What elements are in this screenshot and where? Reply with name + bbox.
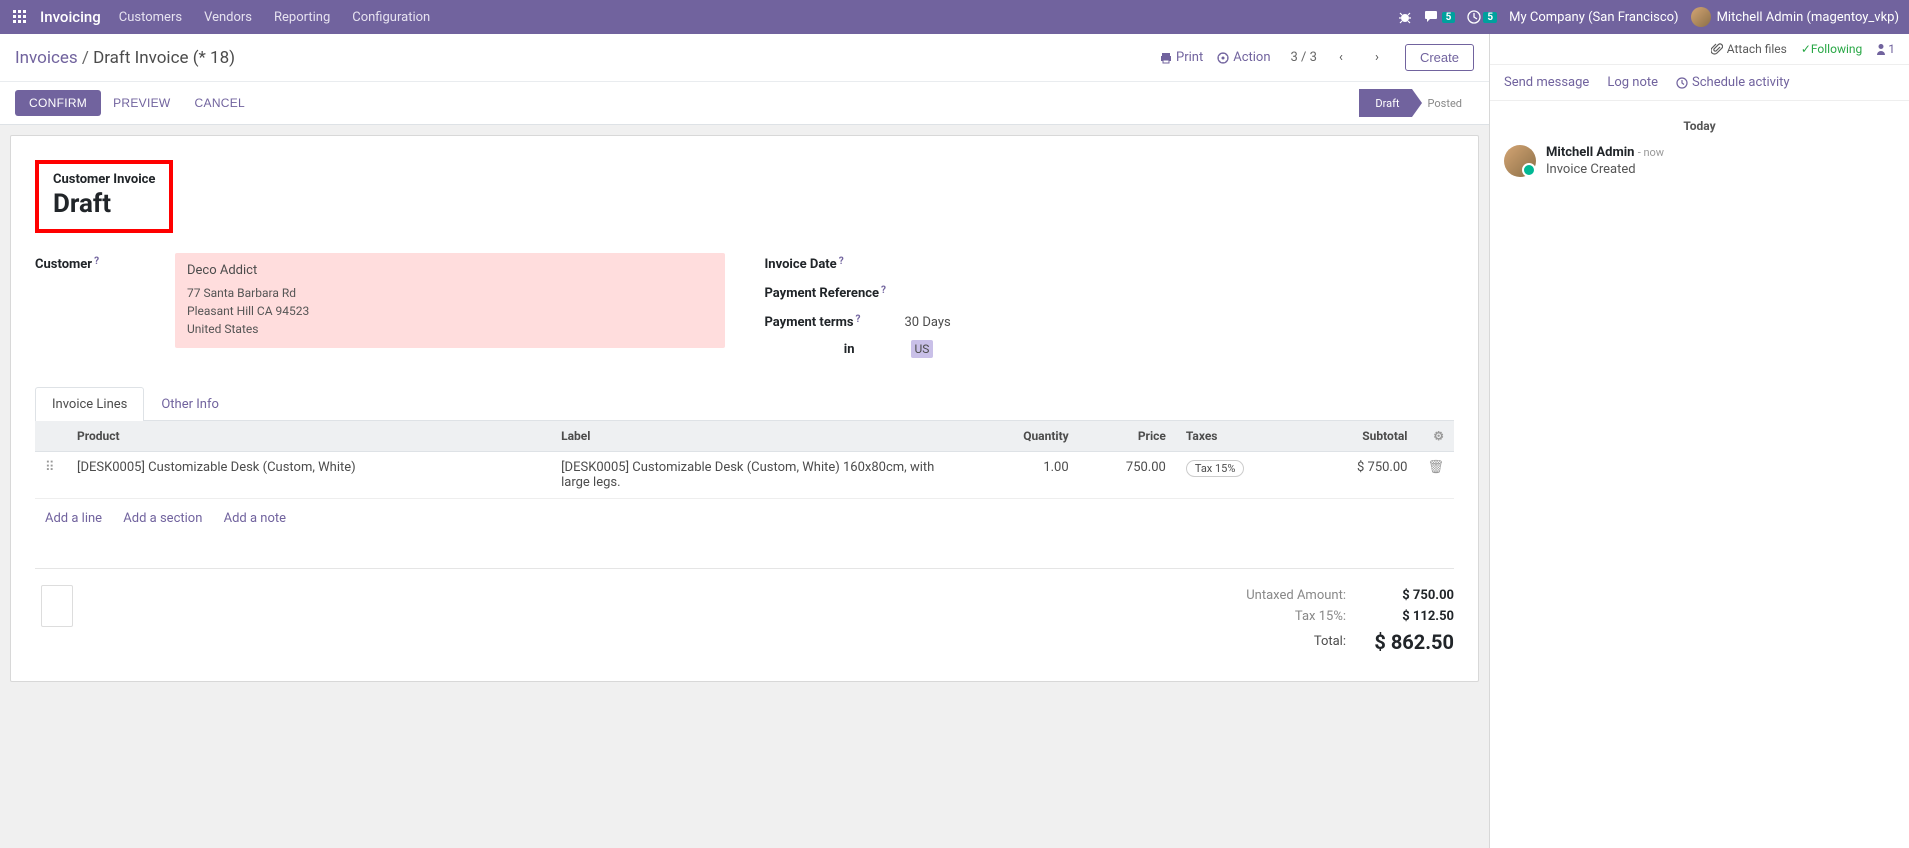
menu-configuration[interactable]: Configuration: [352, 10, 430, 25]
activities-badge: 5: [1483, 12, 1497, 23]
cell-taxes[interactable]: Tax 15%: [1176, 452, 1303, 499]
chatter-date: Today: [1504, 119, 1895, 133]
topbar: Invoicing Customers Vendors Reporting Co…: [0, 0, 1909, 34]
schedule-activity-link[interactable]: Schedule activity: [1676, 75, 1790, 90]
invoice-title-box: Customer Invoice Draft: [35, 160, 173, 233]
menu-customers[interactable]: Customers: [119, 10, 182, 25]
cell-price[interactable]: 750.00: [1079, 452, 1176, 499]
total-value: $ 862.50: [1374, 630, 1454, 654]
activities-icon[interactable]: 5: [1467, 10, 1497, 24]
statusbar: Confirm Preview Cancel Draft Posted: [0, 82, 1489, 125]
invoice-title: Draft: [53, 189, 155, 219]
totals: Untaxed Amount: $ 750.00 Tax 15%: $ 112.…: [1154, 585, 1454, 657]
company-selector[interactable]: My Company (San Francisco): [1509, 10, 1678, 25]
message-avatar-icon: [1504, 145, 1536, 177]
breadcrumb: Invoices / Draft Invoice (* 18): [15, 48, 235, 68]
user-name: Mitchell Admin (magentoy_vkp): [1717, 10, 1899, 25]
add-line-link[interactable]: Add a line: [45, 511, 102, 526]
payment-terms-field[interactable]: 30 Days: [905, 311, 951, 330]
form-sheet: Customer Invoice Draft Customer? Deco Ad…: [10, 135, 1479, 682]
line-actions: Add a line Add a section Add a note: [35, 499, 1454, 538]
breadcrumb-parent[interactable]: Invoices: [15, 48, 78, 68]
table-row[interactable]: ⠿ [DESK0005] Customizable Desk (Custom, …: [35, 452, 1454, 499]
add-note-link[interactable]: Add a note: [224, 511, 286, 526]
preview-button[interactable]: Preview: [101, 90, 182, 116]
customer-name: Deco Addict: [187, 263, 713, 278]
payment-ref-label: Payment Reference?: [765, 282, 905, 301]
avatar-icon: [1691, 7, 1711, 27]
conversations-icon[interactable]: 5: [1424, 10, 1456, 24]
pager-text: 3 / 3: [1291, 50, 1317, 65]
untaxed-value: $ 750.00: [1374, 588, 1454, 603]
cell-product[interactable]: [DESK0005] Customizable Desk (Custom, Wh…: [67, 452, 551, 499]
user-menu[interactable]: Mitchell Admin (magentoy_vkp): [1691, 7, 1899, 27]
followers-count[interactable]: 1: [1876, 42, 1895, 56]
invoice-subtitle: Customer Invoice: [53, 172, 155, 187]
drag-handle-icon[interactable]: ⠿: [45, 460, 57, 475]
untaxed-label: Untaxed Amount:: [1206, 588, 1346, 603]
message-text: Invoice Created: [1546, 162, 1664, 177]
action-dropdown[interactable]: Action: [1217, 50, 1270, 65]
terms-box[interactable]: [41, 585, 73, 627]
menu-reporting[interactable]: Reporting: [274, 10, 330, 25]
tax-value: $ 112.50: [1374, 609, 1454, 624]
debug-icon[interactable]: [1398, 10, 1412, 24]
print-button[interactable]: Print: [1160, 50, 1203, 65]
total-label: Total:: [1206, 630, 1346, 654]
tab-invoice-lines[interactable]: Invoice Lines: [35, 387, 144, 421]
invoice-date-label: Invoice Date?: [765, 253, 905, 272]
th-quantity: Quantity: [973, 421, 1079, 452]
th-taxes: Taxes: [1176, 421, 1303, 452]
th-price: Price: [1079, 421, 1176, 452]
menu-vendors[interactable]: Vendors: [204, 10, 252, 25]
th-product: Product: [67, 421, 551, 452]
pager-next-icon[interactable]: ›: [1365, 46, 1389, 70]
breadcrumb-row: Invoices / Draft Invoice (* 18) Print Ac…: [0, 34, 1489, 82]
cell-subtotal: $ 750.00: [1303, 452, 1417, 499]
cell-label[interactable]: [DESK0005] Customizable Desk (Custom, Wh…: [551, 452, 972, 499]
payment-terms-label: Payment terms?: [765, 311, 905, 330]
invoice-lines-table: Product Label Quantity Price Taxes Subto…: [35, 421, 1454, 499]
customer-address: 77 Santa Barbara Rd Pleasant Hill CA 945…: [187, 284, 713, 338]
delete-line-icon[interactable]: 🗑: [1427, 460, 1444, 475]
chatter-message: Mitchell Admin - now Invoice Created: [1504, 145, 1895, 177]
pager: 3 / 3 ‹ ›: [1285, 46, 1395, 70]
currency-label: in: [765, 342, 905, 357]
customer-field[interactable]: Deco Addict 77 Santa Barbara Rd Pleasant…: [175, 253, 725, 348]
status-draft[interactable]: Draft: [1359, 89, 1411, 117]
tabs: Invoice Lines Other Info: [35, 386, 1454, 421]
tab-other-info[interactable]: Other Info: [144, 387, 236, 421]
attach-files-link[interactable]: Attach files: [1711, 42, 1787, 56]
th-label: Label: [551, 421, 972, 452]
message-author[interactable]: Mitchell Admin: [1546, 145, 1634, 160]
log-note-link[interactable]: Log note: [1607, 75, 1658, 90]
message-time: - now: [1638, 146, 1664, 159]
app-brand[interactable]: Invoicing: [40, 8, 101, 26]
send-message-link[interactable]: Send message: [1504, 75, 1589, 90]
cell-qty[interactable]: 1.00: [973, 452, 1079, 499]
confirm-button[interactable]: Confirm: [15, 90, 101, 116]
apps-icon[interactable]: [10, 7, 30, 27]
add-section-link[interactable]: Add a section: [123, 511, 202, 526]
currency-field[interactable]: US: [911, 340, 934, 358]
create-button[interactable]: Create: [1405, 44, 1474, 71]
conversations-badge: 5: [1442, 12, 1456, 23]
following-button[interactable]: ✓ Following: [1801, 42, 1862, 56]
th-subtotal: Subtotal: [1303, 421, 1417, 452]
columns-settings-icon[interactable]: ⚙: [1433, 429, 1444, 443]
customer-label: Customer?: [35, 253, 175, 272]
chatter-sidebar: Attach files ✓ Following 1 Send message …: [1489, 34, 1909, 848]
pager-prev-icon[interactable]: ‹: [1329, 46, 1353, 70]
breadcrumb-current: Draft Invoice (* 18): [93, 48, 235, 68]
tax-label: Tax 15%:: [1206, 609, 1346, 624]
cancel-button[interactable]: Cancel: [183, 90, 257, 116]
